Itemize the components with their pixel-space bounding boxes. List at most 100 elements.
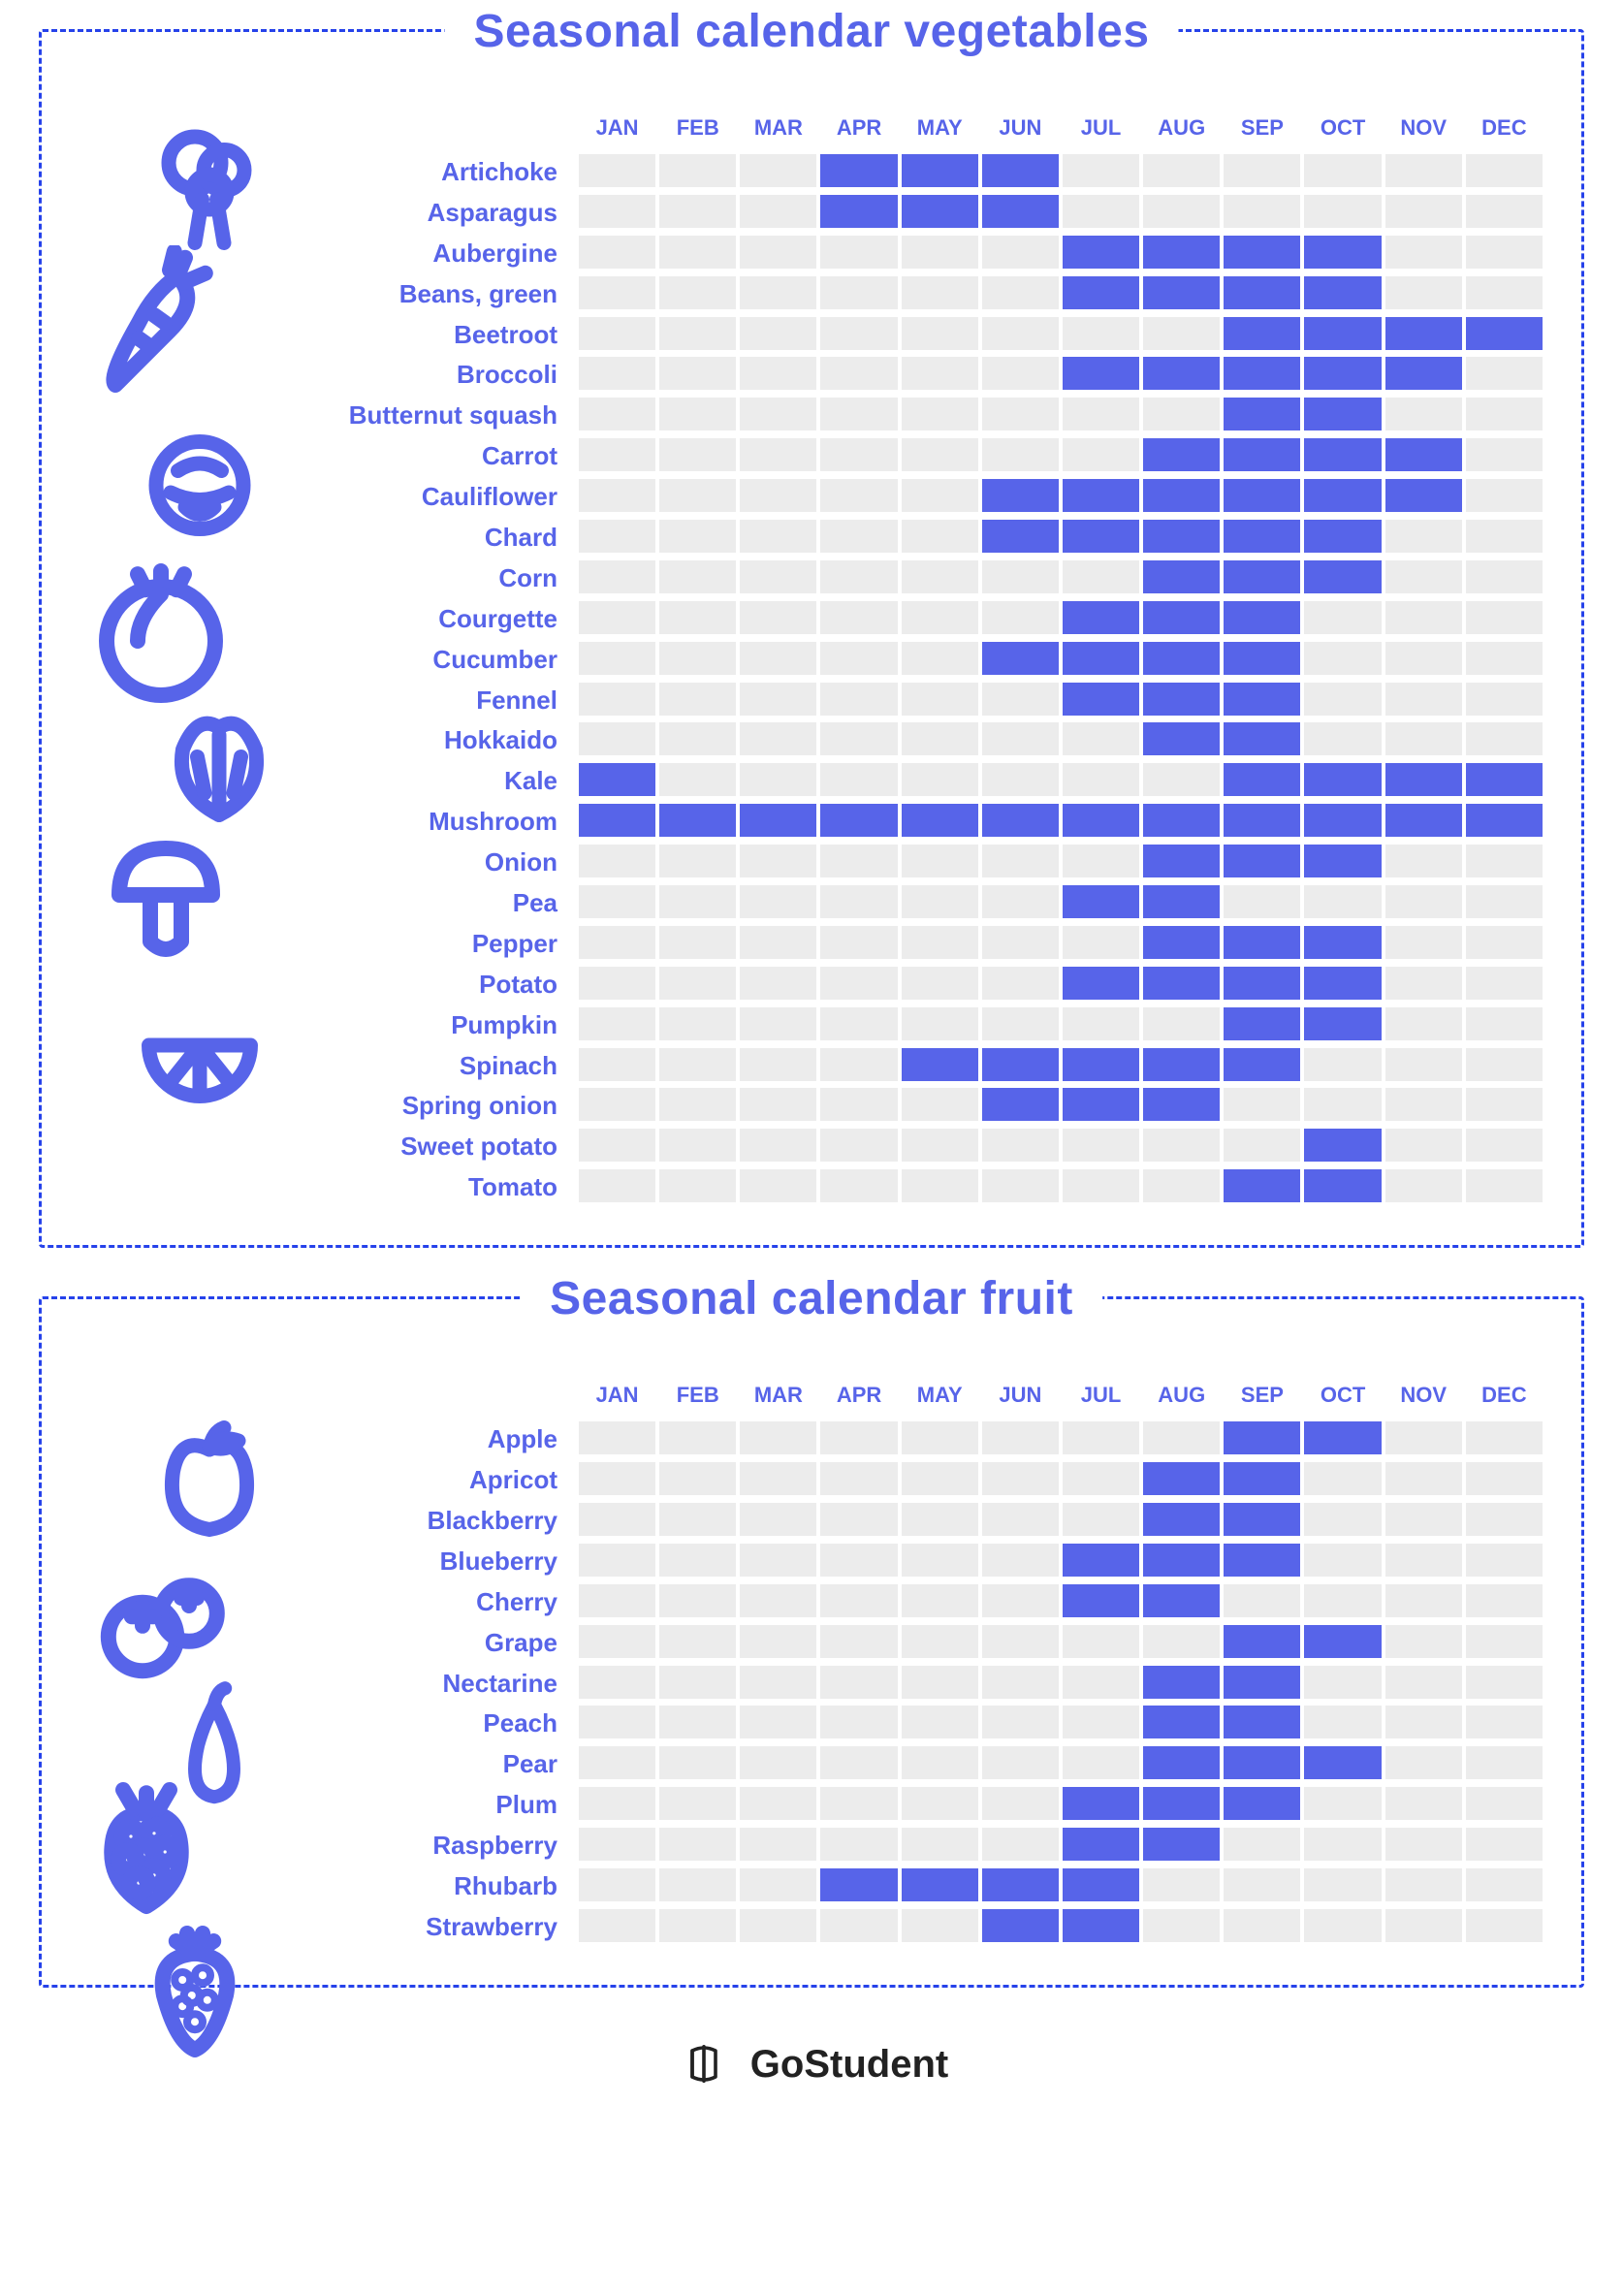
month-cell (1224, 1169, 1300, 1202)
month-cell (579, 1706, 655, 1738)
month-cell (579, 236, 655, 269)
month-cell (659, 1746, 736, 1779)
month-cell (1143, 683, 1220, 716)
month-cell (1143, 1129, 1220, 1162)
month-cell (820, 1007, 897, 1040)
month-cell (902, 1503, 978, 1536)
fruit-panel: Seasonal calendar fruit JANFEBMARAPRMAYJ… (39, 1296, 1584, 1988)
month-cell (1466, 357, 1543, 390)
month-cell (1224, 357, 1300, 390)
month-cell (1143, 317, 1220, 350)
month-cell (579, 885, 655, 918)
month-cell (1466, 1625, 1543, 1658)
month-cell (740, 1129, 816, 1162)
month-cell (740, 1169, 816, 1202)
month-cell (579, 154, 655, 187)
row-label: Nectarine (245, 1666, 575, 1703)
month-cell (579, 845, 655, 877)
month-cell (740, 1746, 816, 1779)
month-cell (902, 398, 978, 430)
month-cell (1466, 642, 1543, 675)
month-cell (982, 683, 1059, 716)
month-cell (1304, 195, 1381, 228)
month-cell (902, 1129, 978, 1162)
month-cell (1224, 642, 1300, 675)
month-header: JAN (579, 1377, 655, 1418)
month-cell (659, 1706, 736, 1738)
month-cell (820, 1584, 897, 1617)
month-cell (1385, 1787, 1462, 1820)
month-cell (1466, 1462, 1543, 1495)
month-cell (659, 1129, 736, 1162)
month-cell (982, 1584, 1059, 1617)
month-cell (1063, 1584, 1139, 1617)
month-cell (820, 1868, 897, 1901)
row-label: Mushroom (245, 804, 575, 841)
month-cell (1063, 1666, 1139, 1699)
month-cell (1466, 1706, 1543, 1738)
month-cell (820, 683, 897, 716)
month-cell (1063, 1828, 1139, 1861)
month-cell (1143, 438, 1220, 471)
month-cell (902, 683, 978, 716)
month-cell (740, 1007, 816, 1040)
month-cell (820, 520, 897, 553)
month-cell (1304, 642, 1381, 675)
month-cell (820, 276, 897, 309)
month-cell (820, 560, 897, 593)
month-cell (579, 722, 655, 755)
month-cell (1143, 763, 1220, 796)
month-cell (1224, 1007, 1300, 1040)
month-cell (579, 1462, 655, 1495)
month-cell (740, 1625, 816, 1658)
month-cell (820, 804, 897, 837)
month-cell (1063, 1787, 1139, 1820)
month-cell (659, 357, 736, 390)
month-cell (902, 479, 978, 512)
month-cell (1063, 317, 1139, 350)
month-cell (1385, 1462, 1462, 1495)
month-cell (1466, 845, 1543, 877)
month-cell (902, 601, 978, 634)
month-cell (659, 1625, 736, 1658)
month-cell (579, 1048, 655, 1081)
month-cell (659, 317, 736, 350)
month-cell (659, 885, 736, 918)
month-cell (902, 722, 978, 755)
month-cell (902, 1909, 978, 1942)
month-cell (740, 1584, 816, 1617)
row-label: Beetroot (245, 317, 575, 354)
month-cell (1304, 804, 1381, 837)
month-cell (740, 357, 816, 390)
month-cell (1224, 967, 1300, 1000)
month-cell (1143, 967, 1220, 1000)
month-cell (1224, 1462, 1300, 1495)
month-cell (1304, 1868, 1381, 1901)
month-cell (1385, 154, 1462, 187)
month-cell (902, 926, 978, 959)
month-cell (740, 763, 816, 796)
month-cell (1224, 1909, 1300, 1942)
month-cell (659, 1584, 736, 1617)
row-label: Rhubarb (245, 1868, 575, 1905)
month-cell (740, 1787, 816, 1820)
month-cell (1143, 601, 1220, 634)
month-cell (982, 398, 1059, 430)
month-cell (1063, 276, 1139, 309)
month-cell (1385, 520, 1462, 553)
month-cell (740, 154, 816, 187)
month-cell (820, 1503, 897, 1536)
month-cell (982, 1503, 1059, 1536)
month-cell (1304, 1828, 1381, 1861)
month-cell (1143, 885, 1220, 918)
row-label: Peach (245, 1706, 575, 1742)
month-cell (579, 1088, 655, 1121)
month-header: AUG (1143, 110, 1220, 150)
month-header: JUL (1063, 1377, 1139, 1418)
month-cell (659, 479, 736, 512)
month-cell (1063, 1088, 1139, 1121)
month-cell (902, 357, 978, 390)
month-cell (1385, 804, 1462, 837)
month-cell (1143, 520, 1220, 553)
month-cell (982, 926, 1059, 959)
